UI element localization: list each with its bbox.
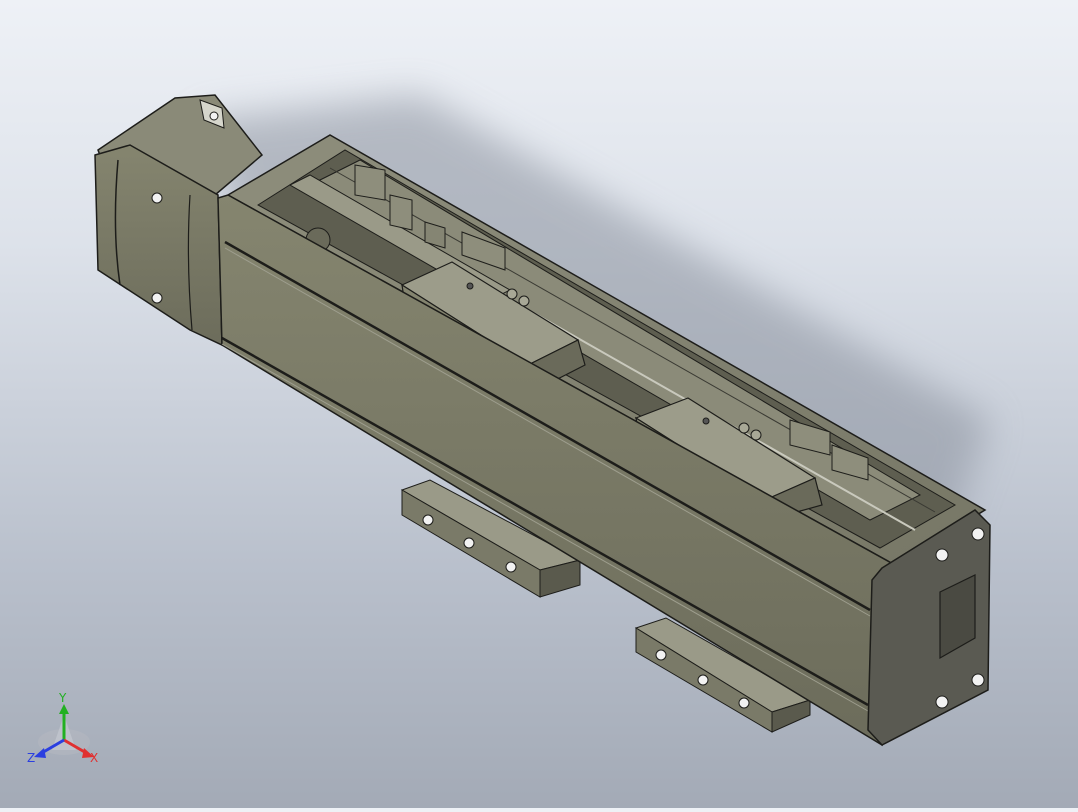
z-axis-label: Z — [27, 751, 35, 765]
z-axis-arrow — [34, 748, 46, 758]
triad-graphic: Y X Z — [27, 691, 98, 765]
linear-actuator-model[interactable] — [0, 0, 1078, 808]
y-axis-arrow — [59, 704, 69, 714]
x-axis-label: X — [90, 751, 98, 765]
y-axis-label: Y — [58, 691, 67, 705]
3d-viewport[interactable]: Y X Z — [0, 0, 1078, 808]
view-orientation-triad[interactable]: Y X Z — [24, 690, 114, 780]
